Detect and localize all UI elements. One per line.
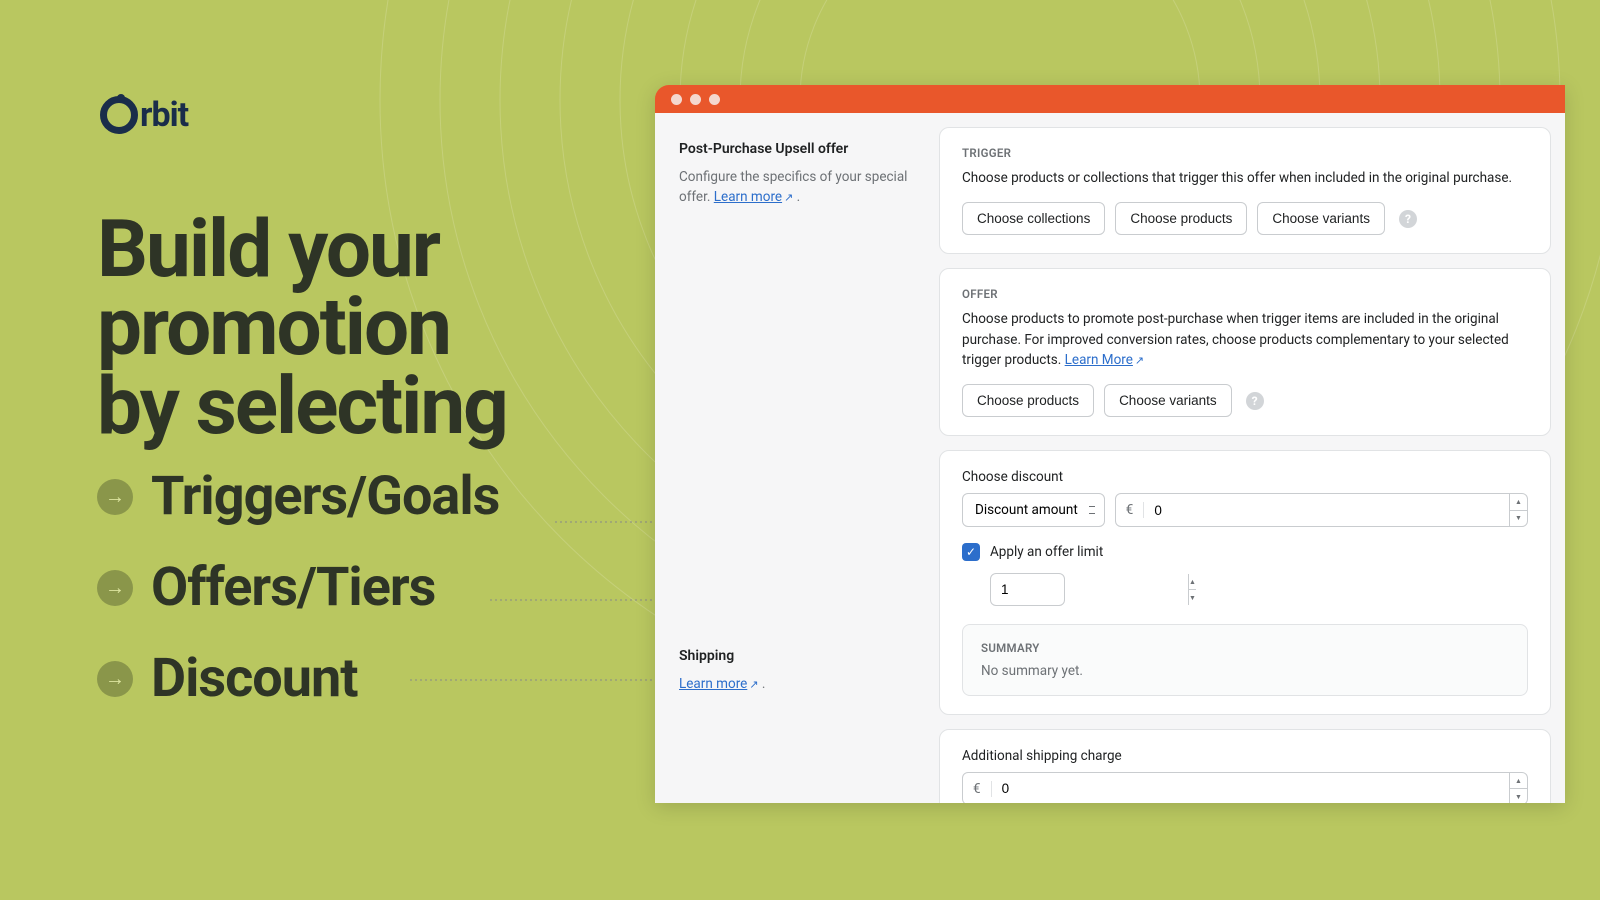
upsell-desc: Configure the specifics of your special … — [679, 167, 917, 208]
summary-text: No summary yet. — [981, 663, 1509, 679]
bullet-list: → Triggers/Goals → Offers/Tiers → Discou… — [97, 465, 499, 738]
arrow-icon: → — [97, 570, 133, 606]
maximize-icon[interactable] — [709, 94, 720, 105]
currency-prefix: € — [1116, 502, 1145, 518]
left-column: Post-Purchase Upsell offer Configure the… — [657, 127, 939, 789]
shipping-card: Additional shipping charge € ▲▼ — [939, 729, 1551, 803]
minimize-icon[interactable] — [690, 94, 701, 105]
discount-amount-field[interactable] — [1144, 495, 1509, 526]
external-link-icon: ↗ — [749, 677, 758, 694]
bullet-triggers: → Triggers/Goals — [97, 465, 499, 528]
offer-limit-checkbox[interactable]: ✓ — [962, 543, 980, 561]
arrow-icon: → — [97, 479, 133, 515]
trigger-label: TRIGGER — [962, 146, 1528, 160]
shipping-charge-input[interactable]: € ▲▼ — [962, 772, 1528, 803]
offer-desc: Choose products to promote post-purchase… — [962, 309, 1528, 370]
learn-more-link[interactable]: Learn More — [1065, 352, 1133, 368]
help-icon[interactable]: ? — [1246, 392, 1264, 410]
discount-card: Choose discount Discount amount € ▲▼ ✓ A… — [939, 450, 1551, 715]
step-down-icon: ▼ — [1510, 511, 1527, 527]
hero-title: Build your promotion by selecting — [97, 210, 507, 445]
learn-more-link[interactable]: Learn more — [714, 189, 782, 205]
bullet-discount: → Discount — [97, 647, 499, 710]
hero-line-2: promotion — [97, 288, 507, 366]
bullet-offers: → Offers/Tiers — [97, 556, 499, 619]
offer-limit-label: Apply an offer limit — [990, 544, 1103, 560]
trigger-card: TRIGGER Choose products or collections t… — [939, 127, 1551, 254]
upsell-title: Post-Purchase Upsell offer — [679, 141, 917, 157]
window-titlebar — [655, 85, 1565, 113]
summary-box: SUMMARY No summary yet. — [962, 624, 1528, 696]
bullet-label: Triggers/Goals — [151, 465, 499, 528]
help-icon[interactable]: ? — [1399, 210, 1417, 228]
offer-label: OFFER — [962, 287, 1528, 301]
logo: rbit — [100, 95, 188, 135]
choose-collections-button[interactable]: Choose collections — [962, 202, 1105, 235]
step-up-icon: ▲ — [1510, 773, 1527, 789]
step-up-icon: ▲ — [1510, 494, 1527, 511]
step-down-icon: ▼ — [1189, 590, 1196, 605]
step-down-icon: ▼ — [1510, 789, 1527, 803]
app-window: Post-Purchase Upsell offer Configure the… — [655, 85, 1565, 803]
trigger-desc: Choose products or collections that trig… — [962, 168, 1528, 188]
learn-more-link[interactable]: Learn more — [679, 676, 747, 692]
shipping-charge-label: Additional shipping charge — [962, 748, 1528, 764]
external-link-icon: ↗ — [1135, 353, 1144, 370]
choose-variants-button[interactable]: Choose variants — [1104, 384, 1232, 417]
arrow-icon: → — [97, 661, 133, 697]
step-up-icon: ▲ — [1189, 574, 1196, 590]
offer-card: OFFER Choose products to promote post-pu… — [939, 268, 1551, 436]
hero-line-3: by selecting — [97, 367, 507, 445]
shipping-title: Shipping — [679, 648, 917, 664]
shipping-desc: Learn more↗ . — [679, 674, 917, 694]
discount-amount-input[interactable]: € ▲▼ — [1115, 493, 1528, 527]
offer-limit-input[interactable]: ▲▼ — [990, 573, 1065, 606]
stepper[interactable]: ▲▼ — [1509, 494, 1527, 526]
choose-discount-label: Choose discount — [962, 469, 1528, 485]
external-link-icon: ↗ — [784, 190, 793, 207]
choose-variants-button[interactable]: Choose variants — [1257, 202, 1385, 235]
logo-mark — [100, 96, 138, 134]
choose-products-button[interactable]: Choose products — [1115, 202, 1247, 235]
stepper[interactable]: ▲▼ — [1188, 574, 1196, 605]
close-icon[interactable] — [671, 94, 682, 105]
logo-text: rbit — [140, 95, 188, 135]
offer-limit-field[interactable] — [991, 574, 1188, 605]
hero-line-1: Build your — [97, 210, 507, 288]
bullet-label: Discount — [151, 647, 358, 710]
summary-label: SUMMARY — [981, 641, 1509, 655]
shipping-charge-field[interactable] — [992, 773, 1509, 803]
currency-prefix: € — [963, 781, 992, 797]
bullet-label: Offers/Tiers — [151, 556, 435, 619]
choose-products-button[interactable]: Choose products — [962, 384, 1094, 417]
discount-type-select[interactable]: Discount amount — [962, 493, 1105, 527]
right-column: TRIGGER Choose products or collections t… — [939, 127, 1565, 789]
stepper[interactable]: ▲▼ — [1509, 773, 1527, 803]
